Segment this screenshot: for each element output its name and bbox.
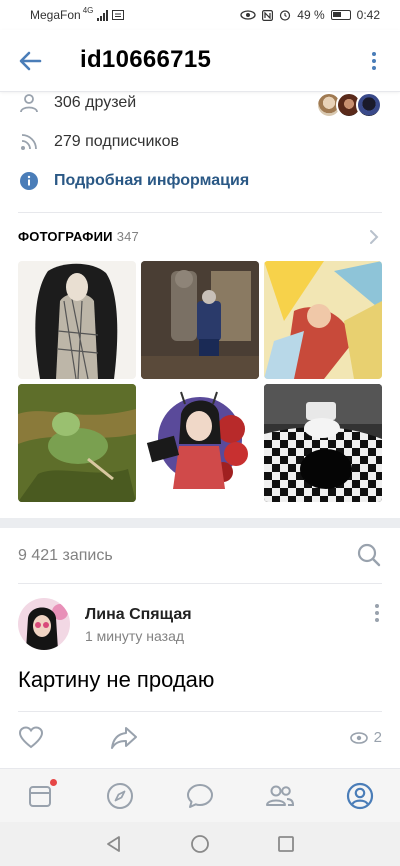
post-text: Картину не продаю — [18, 667, 215, 692]
alarm-icon — [280, 10, 291, 21]
app-header: id10666715 — [0, 30, 400, 92]
avatar[interactable] — [18, 598, 70, 650]
back-button[interactable] — [16, 47, 44, 75]
person-icon — [18, 92, 40, 114]
post-timestamp: 1 минуту назад — [85, 628, 185, 644]
divider — [18, 583, 382, 584]
search-icon — [357, 543, 381, 567]
system-nav-bar — [0, 822, 400, 866]
photos-count: 347 — [116, 229, 139, 244]
like-button[interactable] — [18, 725, 44, 751]
triangle-back-icon — [107, 836, 120, 852]
clock: 0:42 — [356, 8, 380, 22]
nav-home-button[interactable] — [190, 834, 210, 854]
tab-profile[interactable] — [345, 781, 375, 811]
info-icon — [18, 170, 40, 192]
details-link[interactable]: Подробная информация — [18, 170, 249, 192]
bottom-tab-bar — [0, 768, 400, 822]
section-separator — [0, 518, 400, 528]
circle-home-icon — [191, 835, 209, 853]
photo-thumbnail[interactable] — [264, 384, 382, 502]
eye-comfort-icon — [240, 10, 256, 20]
divider — [18, 711, 382, 712]
arrow-left-icon — [19, 51, 42, 71]
photos-title: ФОТОГРАФИИ — [18, 229, 113, 244]
photo-thumbnail[interactable] — [18, 261, 136, 379]
notification-icon — [112, 10, 125, 20]
chevron-right-icon[interactable] — [368, 229, 380, 245]
followers-row[interactable]: 279 подписчиков — [18, 131, 179, 153]
nav-recents-button[interactable] — [276, 834, 296, 854]
friends-icon — [266, 785, 295, 806]
followers-count: 279 подписчиков — [54, 133, 179, 150]
tab-messages[interactable] — [185, 781, 215, 811]
page-title: id10666715 — [80, 46, 212, 73]
rss-icon — [18, 131, 40, 153]
divider — [18, 212, 382, 213]
views-counter: 2 — [349, 729, 382, 746]
photos-header[interactable]: ФОТОГРАФИИ 347 — [18, 229, 139, 244]
message-bubble-icon — [187, 784, 213, 808]
network-type: 4G — [82, 5, 94, 15]
profile-icon — [346, 782, 374, 810]
signal-icon — [97, 9, 109, 21]
tab-discover[interactable] — [105, 781, 135, 811]
search-button[interactable] — [356, 542, 382, 568]
details-label: Подробная информация — [54, 172, 250, 189]
photo-thumbnail[interactable] — [264, 261, 382, 379]
heart-icon — [18, 726, 44, 749]
square-recents-icon — [278, 836, 294, 852]
battery-icon — [330, 10, 351, 20]
views-count: 2 — [373, 729, 382, 746]
photo-thumbnail[interactable] — [141, 384, 259, 502]
carrier-name: MegaFon — [30, 8, 81, 22]
tab-news[interactable] — [25, 779, 57, 811]
nav-back-button[interactable] — [104, 834, 124, 854]
photo-thumbnail[interactable] — [18, 384, 136, 502]
share-arrow-icon — [111, 727, 137, 749]
compass-icon — [107, 783, 133, 809]
post-author[interactable]: Лина Спящая — [85, 606, 192, 624]
post-more-button[interactable] — [372, 604, 382, 626]
tab-friends[interactable] — [265, 781, 295, 811]
battery-percent: 49 % — [297, 8, 325, 22]
news-icon — [29, 786, 51, 807]
friends-count: 306 друзей — [54, 94, 137, 111]
share-button[interactable] — [110, 725, 138, 751]
nfc-icon — [262, 9, 274, 21]
status-bar: MegaFon 4G 49 % 0:42 — [0, 0, 400, 30]
eye-icon — [349, 731, 368, 744]
posts-count: 9 421 запись — [18, 547, 113, 564]
photo-thumbnail[interactable] — [141, 261, 259, 379]
friends-avatars[interactable] — [316, 92, 382, 118]
friends-row[interactable]: 306 друзей — [18, 92, 136, 114]
more-options-button[interactable] — [364, 48, 384, 74]
avatar — [356, 92, 382, 118]
notification-badge — [50, 779, 57, 786]
